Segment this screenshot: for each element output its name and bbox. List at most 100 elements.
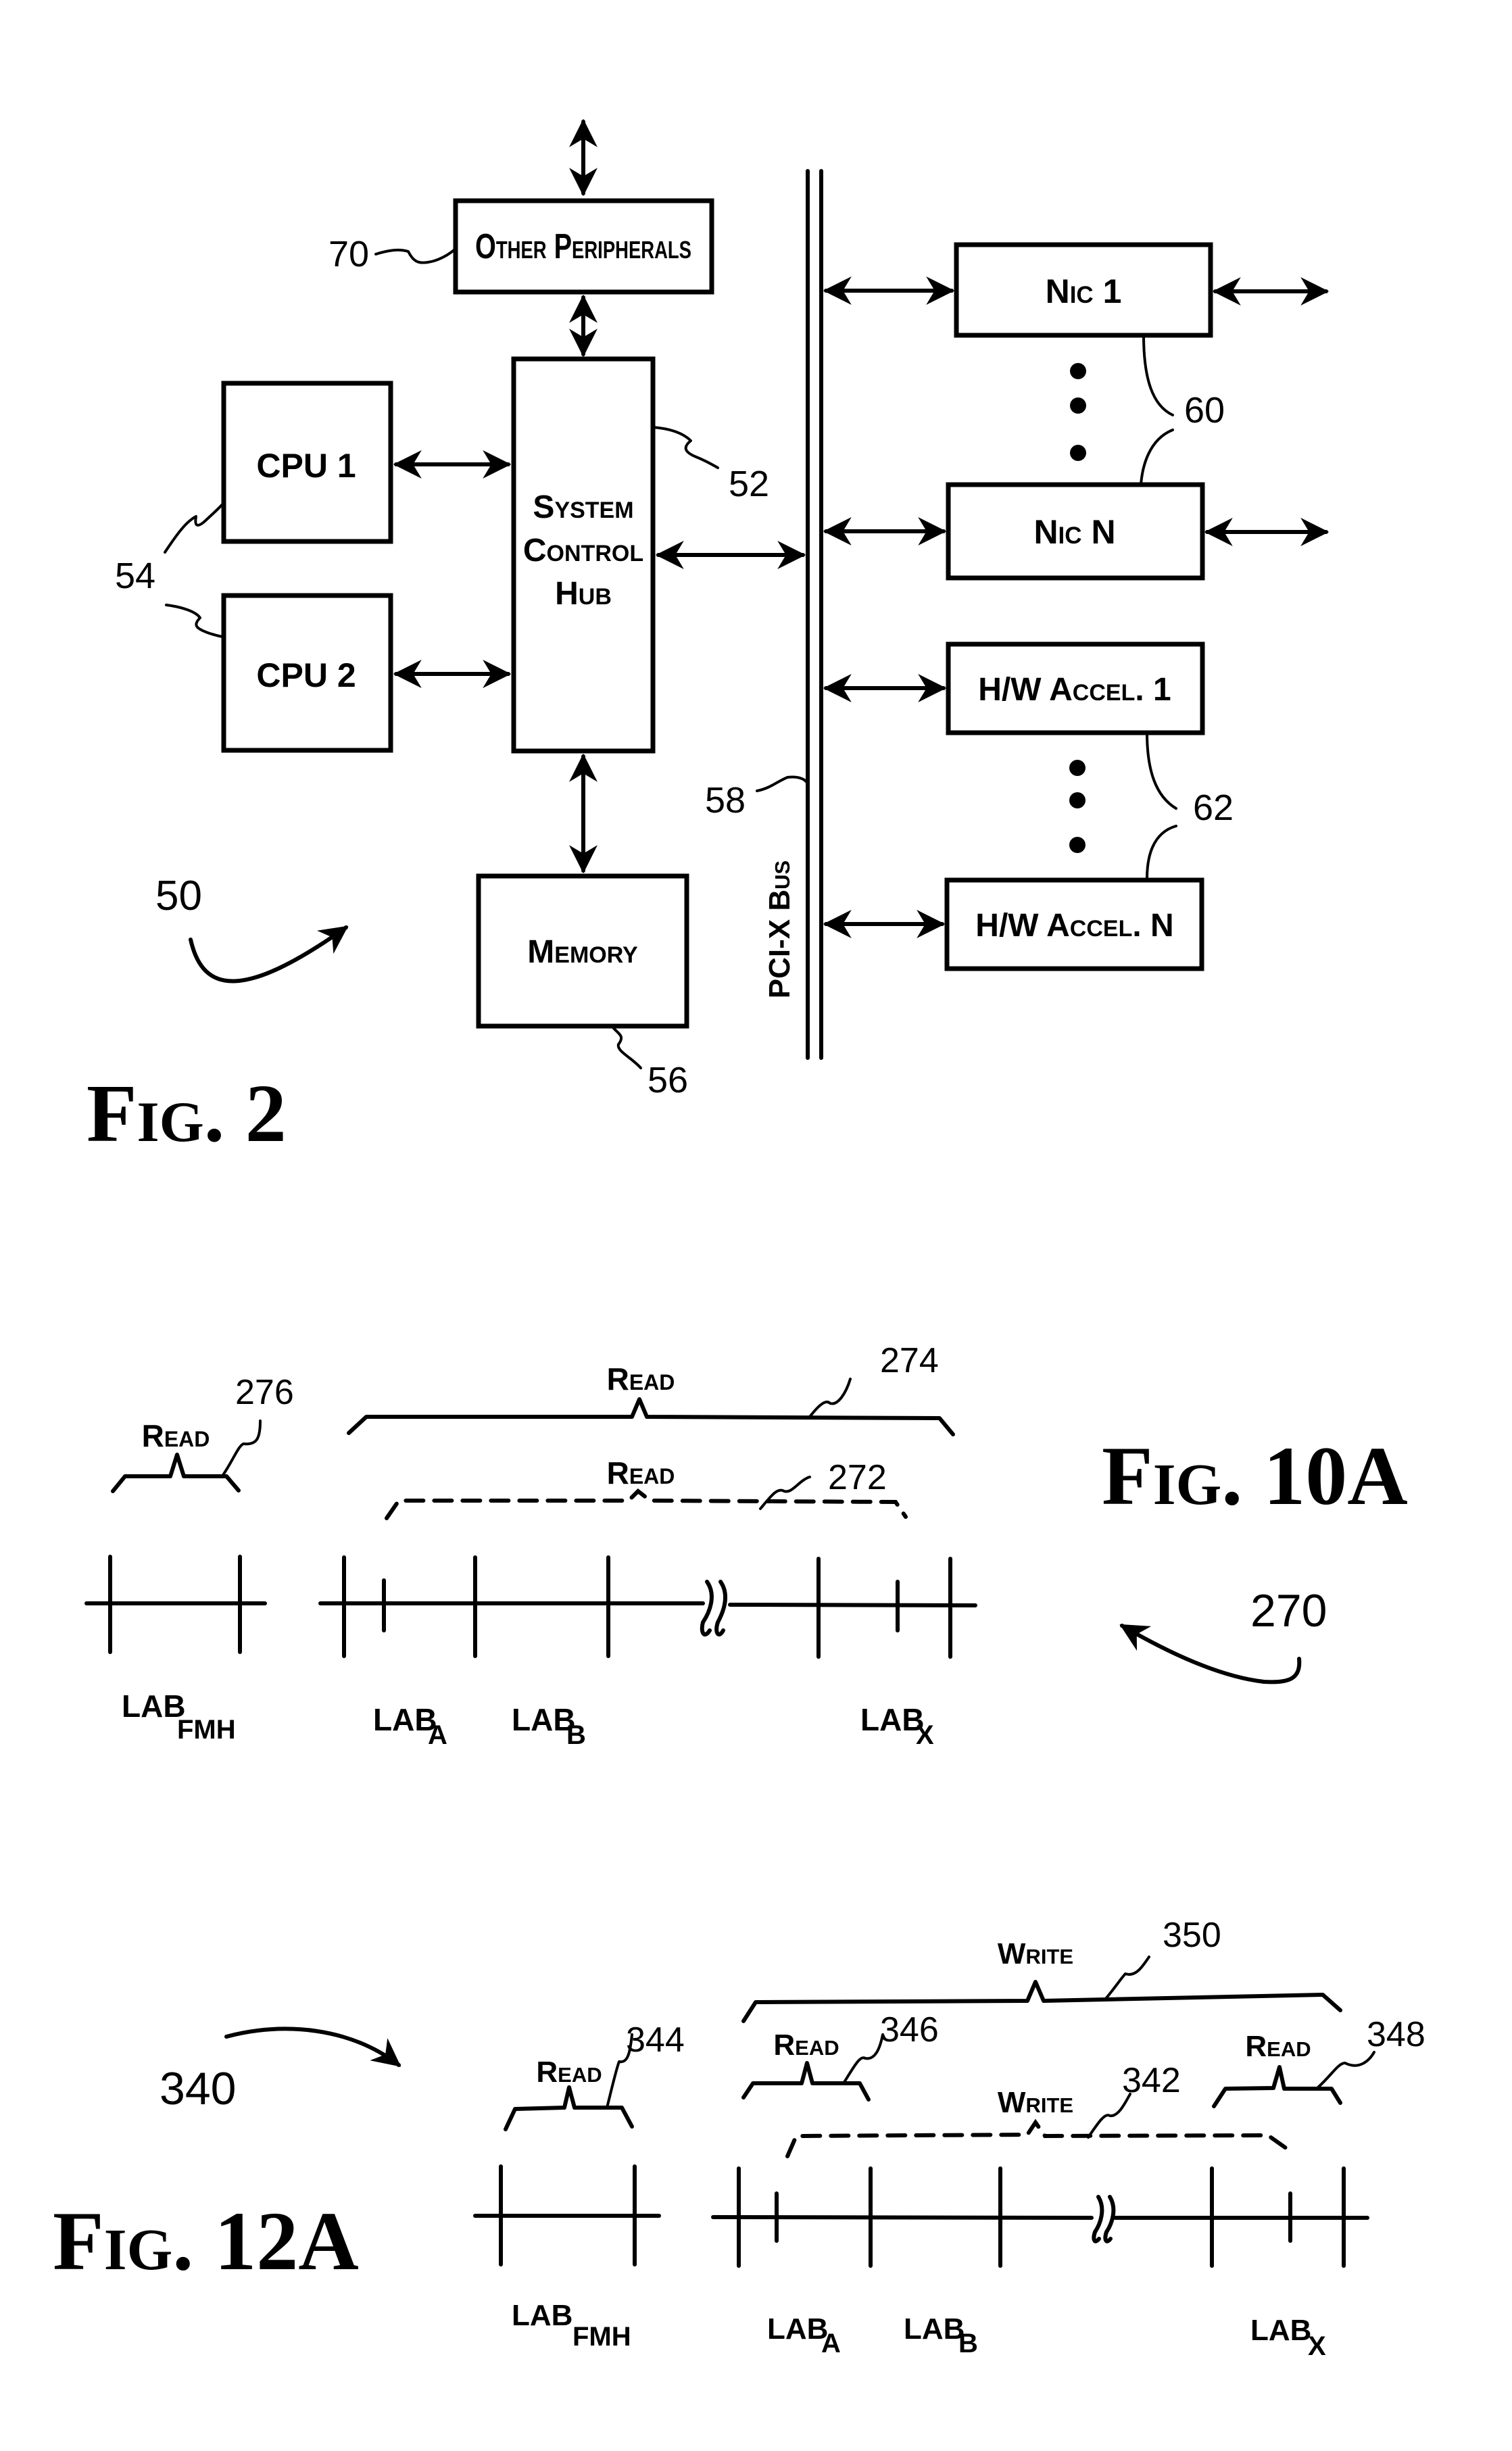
ref-274: 274 xyxy=(880,1341,939,1380)
cpu1-label: CPU 1 xyxy=(256,447,356,485)
lab-x-12a: LAB xyxy=(1250,2314,1311,2347)
ref-62: 62 xyxy=(1193,787,1234,828)
cpu2-label: CPU 2 xyxy=(256,656,356,694)
hw-acceln-label: H/W Accel. N xyxy=(975,908,1173,944)
leader-56 xyxy=(610,1025,642,1069)
ref-50: 50 xyxy=(155,873,202,919)
nicn-block: Nic N xyxy=(946,482,1205,581)
bracket-350-label: Write xyxy=(998,1937,1073,1970)
figure-10a-caption: Fig. 10A xyxy=(1102,1430,1408,1522)
ref-346: 346 xyxy=(880,2010,939,2049)
leader-52 xyxy=(652,426,719,469)
figure-12a: Write 350 Read 344 Read 346 Read 348 Wri… xyxy=(53,1916,1425,2361)
bracket-276 xyxy=(111,1453,241,1493)
hub-label-line3: Hub xyxy=(555,576,612,612)
other-peripherals-block: Other Peripherals xyxy=(453,198,714,295)
bracket-348 xyxy=(1212,2065,1342,2108)
bracket-342-label: Write xyxy=(998,2086,1073,2119)
bracket-350 xyxy=(741,1980,1342,2023)
system-pointer-arrow xyxy=(189,925,349,984)
other-peripherals-label: Other Peripherals xyxy=(475,227,691,266)
lab-b-12a-sub: B xyxy=(958,2329,978,2358)
ref-70: 70 xyxy=(328,234,369,274)
lab-fmh-10a: LAB xyxy=(122,1689,186,1724)
hub-label-line2: Control xyxy=(523,533,643,568)
leader-60-nicn xyxy=(1140,429,1174,486)
timeline-fmh-10a xyxy=(84,1555,267,1654)
lab-a-10a-sub: A xyxy=(428,1720,447,1750)
bracket-348-label: Read xyxy=(1245,2030,1311,2063)
leader-276 xyxy=(222,1419,262,1476)
memory-label: Memory xyxy=(527,934,638,970)
lab-fmh-12a: LAB xyxy=(512,2299,572,2332)
break-symbol xyxy=(1092,2195,1104,2243)
ref-270: 270 xyxy=(1250,1585,1327,1636)
hub-label-line1: System xyxy=(533,489,633,525)
nic1-label: Nic 1 xyxy=(1046,272,1122,310)
bracket-276-label: Read xyxy=(142,1418,210,1453)
bracket-344 xyxy=(504,2085,634,2131)
timeline-fmh-12a xyxy=(473,2164,661,2266)
lab-fmh-10a-sub: FMH xyxy=(177,1715,236,1745)
figure-2: Other Peripherals 70 System Control Hub … xyxy=(87,118,1330,1159)
hw-accel1-label: H/W Accel. 1 xyxy=(978,672,1171,708)
bracket-344-label: Read xyxy=(536,2056,602,2089)
ref-60: 60 xyxy=(1184,390,1225,431)
ref-342: 342 xyxy=(1122,2061,1181,2100)
leader-62-hwn xyxy=(1146,825,1177,880)
ref-272: 272 xyxy=(828,1458,887,1497)
hw-accel1-block: H/W Accel. 1 xyxy=(946,641,1205,735)
lab-b-12a: LAB xyxy=(904,2312,965,2346)
cpu2-block: CPU 2 xyxy=(221,593,393,753)
figure-12a-caption: Fig. 12A xyxy=(53,2195,359,2287)
leader-62-hw1 xyxy=(1146,731,1177,810)
ref-54: 54 xyxy=(115,556,155,596)
leader-346 xyxy=(842,2033,884,2085)
system-control-hub-block: System Control Hub xyxy=(511,356,656,754)
leader-274 xyxy=(808,1378,852,1418)
figure-2-caption: Fig. 2 xyxy=(87,1068,287,1159)
memory-block: Memory xyxy=(476,873,689,1029)
patent-drawing-sheet: Other Peripherals 70 System Control Hub … xyxy=(53,118,1425,2361)
leader-342 xyxy=(1087,2093,1131,2139)
leader-58 xyxy=(756,775,809,792)
nic1-block: Nic 1 xyxy=(954,242,1213,338)
ref-340: 340 xyxy=(160,2063,236,2114)
ref-52: 52 xyxy=(729,464,769,504)
ref-350: 350 xyxy=(1163,1916,1221,1955)
leader-70 xyxy=(374,247,457,264)
ref-348: 348 xyxy=(1367,2015,1425,2054)
bracket-272-label: Read xyxy=(607,1455,675,1490)
ref-58: 58 xyxy=(705,780,746,821)
hw-ellipsis xyxy=(1069,760,1086,853)
ref-56: 56 xyxy=(648,1060,688,1100)
bracket-346 xyxy=(741,2061,871,2102)
bracket-274-label: Read xyxy=(607,1361,675,1397)
lab-a-12a-sub: A xyxy=(821,2329,841,2358)
leader-350 xyxy=(1104,1956,1150,2001)
nicn-label: Nic N xyxy=(1033,513,1115,551)
figure-12a-pointer-arrow xyxy=(224,2027,401,2067)
lab-x-10a: LAB xyxy=(860,1702,925,1737)
nic-ellipsis xyxy=(1070,363,1086,461)
lab-x-10a-sub: X xyxy=(916,1720,934,1750)
leader-54-cpu2 xyxy=(165,604,225,638)
cpu1-block: CPU 1 xyxy=(221,381,393,544)
lab-x-12a-sub: X xyxy=(1308,2331,1326,2361)
break-symbol xyxy=(700,1580,714,1636)
figure-10a: Read 276 Read 274 Read 272 LAB FMH LAB A… xyxy=(84,1341,1408,1750)
lab-b-10a-sub: B xyxy=(566,1720,586,1750)
bracket-346-label: Read xyxy=(773,2029,839,2062)
ref-344: 344 xyxy=(626,2020,685,2060)
lab-labels-10a: LAB FMH LAB A LAB B LAB X xyxy=(122,1689,934,1750)
bracket-274 xyxy=(347,1397,955,1436)
hw-acceln-block: H/W Accel. N xyxy=(944,877,1204,971)
leader-60-nic1 xyxy=(1142,334,1174,416)
bracket-342 xyxy=(785,2118,1291,2158)
timeline-main-10a xyxy=(318,1555,977,1659)
leader-348 xyxy=(1317,2051,1375,2089)
ref-276: 276 xyxy=(235,1373,294,1412)
timeline-main-12a xyxy=(711,2166,1369,2268)
leader-272 xyxy=(759,1476,811,1510)
bus-label: PCI-X Bus xyxy=(763,860,796,998)
